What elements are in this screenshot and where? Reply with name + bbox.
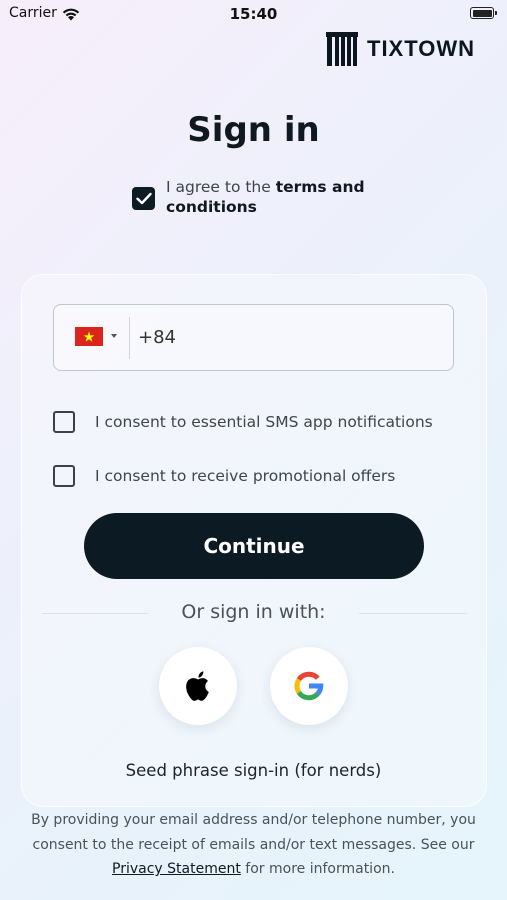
vietnam-flag-icon[interactable] [75, 327, 103, 346]
checkmark-icon [135, 192, 152, 205]
page-title: Sign in [187, 110, 320, 150]
brand-name: TIXTOWN [367, 36, 476, 61]
terms-prefix: I agree to the [166, 178, 276, 196]
footer-text: By providing your email address and/or t… [31, 812, 476, 853]
divider-right [359, 613, 467, 614]
tixtown-logo-icon [326, 32, 358, 66]
consent-promo-label: I consent to receive promotional offers [95, 467, 396, 485]
phone-field [53, 304, 454, 371]
footer-disclaimer: By providing your email address and/or t… [14, 808, 493, 882]
status-time: 15:40 [229, 5, 278, 23]
seed-phrase-link[interactable]: Seed phrase sign-in (for nerds) [0, 761, 507, 780]
field-divider [129, 317, 130, 359]
continue-button[interactable]: Continue [84, 513, 424, 579]
social-divider-text: Or sign in with: [181, 601, 326, 623]
chevron-down-icon[interactable] [111, 334, 117, 338]
google-sign-in-button[interactable] [270, 647, 348, 725]
terms-checkbox[interactable] [132, 187, 155, 210]
brand-logo: TIXTOWN [326, 32, 475, 66]
apple-icon [186, 671, 209, 701]
privacy-statement-link[interactable]: Privacy Statement [112, 861, 241, 877]
terms-label: I agree to the terms and conditions [166, 177, 396, 217]
footer-text-end: for more information. [240, 861, 395, 877]
battery-icon [470, 7, 497, 19]
consent-sms-checkbox[interactable] [53, 411, 75, 433]
consent-promo-checkbox[interactable] [53, 465, 75, 487]
consent-sms-label: I consent to essential SMS app notificat… [95, 413, 433, 431]
status-bar: Carrier 15:40 [0, 0, 507, 28]
google-icon [294, 671, 324, 701]
phone-input[interactable] [138, 305, 438, 370]
apple-sign-in-button[interactable] [159, 647, 237, 725]
